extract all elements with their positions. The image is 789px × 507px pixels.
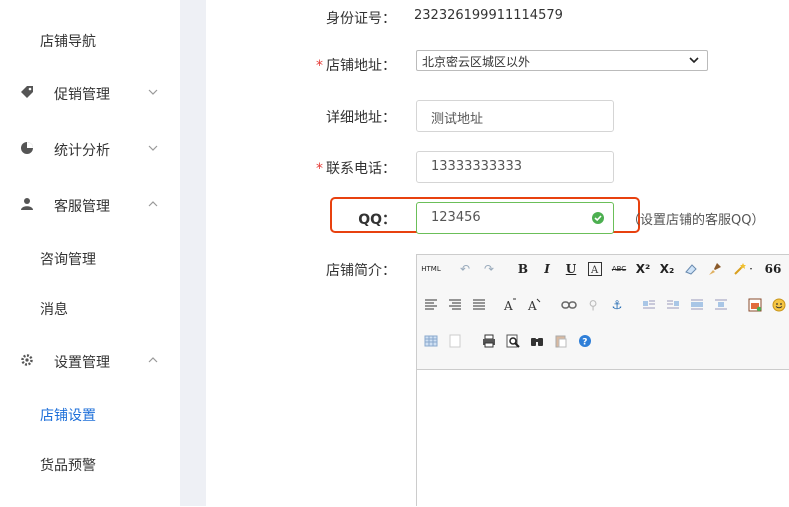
chevron-down-icon xyxy=(689,57,699,64)
find-icon[interactable] xyxy=(527,331,547,351)
emoji-icon[interactable] xyxy=(769,295,789,315)
sidebar-group-label: 统计分析 xyxy=(54,143,110,159)
sidebar-item-shop-nav[interactable]: 店铺导航 xyxy=(40,31,96,51)
user-icon xyxy=(21,198,33,210)
page-break-icon[interactable] xyxy=(445,331,465,351)
pie-chart-icon xyxy=(21,142,33,154)
table-icon[interactable] xyxy=(421,331,441,351)
editor-toolbar: HTML ↶ ↷ B I U A ABC X² X₂ 66 A A ⚲ ⚓ ? xyxy=(417,255,789,370)
valid-check-icon xyxy=(592,212,604,224)
strikethrough-button[interactable]: ABC xyxy=(609,259,629,279)
sidebar-group-service[interactable]: 客服管理 xyxy=(0,185,180,225)
chevron-down-icon xyxy=(148,89,158,95)
detail-address-label: 详细地址： xyxy=(326,110,396,126)
phone-label: * 联系电话： xyxy=(206,158,396,178)
sidebar-group-label: 促销管理 xyxy=(54,87,110,103)
required-mark: * xyxy=(316,58,323,74)
chevron-up-icon xyxy=(148,357,158,363)
insert-image-icon[interactable] xyxy=(745,295,765,315)
tag-icon xyxy=(21,86,33,98)
print-icon[interactable] xyxy=(479,331,499,351)
image-left-icon[interactable] xyxy=(639,295,659,315)
sidebar-divider xyxy=(180,0,206,506)
unlink-icon[interactable]: ⚲ xyxy=(583,295,603,315)
help-icon[interactable]: ? xyxy=(575,331,595,351)
sidebar-group-label: 设置管理 xyxy=(54,355,110,371)
blockquote-button[interactable]: 66 xyxy=(763,259,783,279)
chevron-up-icon xyxy=(148,201,158,207)
subscript-icon[interactable]: X₂ xyxy=(657,259,677,279)
phone-label-text: 联系电话： xyxy=(326,161,396,177)
svg-text:A: A xyxy=(527,299,537,313)
eraser-icon[interactable] xyxy=(681,259,701,279)
sidebar-group-label: 客服管理 xyxy=(54,199,110,215)
editor-content-area[interactable] xyxy=(417,370,789,507)
qq-value: 123456 xyxy=(431,210,481,225)
paste-icon[interactable] xyxy=(551,331,571,351)
id-number-value: 232326199911114579 xyxy=(414,8,563,23)
qq-input[interactable]: 123456 xyxy=(416,202,614,234)
format-brush-icon[interactable] xyxy=(705,259,725,279)
magic-wand-icon[interactable] xyxy=(729,259,759,279)
image-none-icon[interactable] xyxy=(687,295,707,315)
chevron-down-icon xyxy=(148,145,158,151)
bold-button[interactable]: B xyxy=(513,259,533,279)
shop-settings-form: 身份证号： 232326199911114579 * 店铺地址： 北京密云区城区以… xyxy=(206,0,789,506)
align-justify-icon[interactable] xyxy=(469,295,489,315)
address-label: * 店铺地址： xyxy=(206,55,396,75)
sidebar-group-stats[interactable]: 统计分析 xyxy=(0,129,180,169)
align-left-icon[interactable] xyxy=(421,295,441,315)
align-right-icon[interactable] xyxy=(445,295,465,315)
superscript-icon[interactable]: X² xyxy=(633,259,653,279)
id-number-label: 身份证号： xyxy=(326,11,396,27)
italic-button[interactable]: I xyxy=(537,259,557,279)
sidebar: 店铺导航 促销管理 统计分析 客服管理 咨询管理 消息 设置管理 店铺设置 货品… xyxy=(0,0,180,506)
gear-icon xyxy=(21,354,33,366)
svg-text:?: ? xyxy=(582,338,587,348)
svg-text:A: A xyxy=(503,299,513,313)
qq-hint: （设置店铺的客服QQ） xyxy=(627,213,765,228)
detail-address-input[interactable]: 测试地址 xyxy=(416,100,614,132)
sidebar-group-settings[interactable]: 设置管理 xyxy=(0,341,180,381)
rich-text-editor: HTML ↶ ↷ B I U A ABC X² X₂ 66 A A ⚲ ⚓ ? xyxy=(416,254,789,506)
qq-label: QQ： xyxy=(358,212,396,228)
font-size-icon[interactable]: A xyxy=(501,295,521,315)
phone-value: 13333333333 xyxy=(431,159,522,174)
anchor-icon[interactable]: ⚓ xyxy=(607,295,627,315)
underline-button[interactable]: U xyxy=(561,259,581,279)
sidebar-item-stock-alert[interactable]: 货品预警 xyxy=(40,455,96,475)
preview-icon[interactable] xyxy=(503,331,523,351)
undo-icon[interactable]: ↶ xyxy=(455,259,475,279)
address-select[interactable]: 北京密云区城区以外 xyxy=(416,50,708,71)
image-center-icon[interactable] xyxy=(711,295,731,315)
sidebar-item-messages[interactable]: 消息 xyxy=(40,299,68,319)
font-family-icon[interactable]: A xyxy=(525,295,545,315)
font-color-icon[interactable]: A xyxy=(585,259,605,279)
phone-input[interactable]: 13333333333 xyxy=(416,151,614,183)
address-select-value: 北京密云区城区以外 xyxy=(422,55,531,69)
image-right-icon[interactable] xyxy=(663,295,683,315)
sidebar-group-promotion[interactable]: 促销管理 xyxy=(0,73,180,113)
address-label-text: 店铺地址： xyxy=(326,58,396,74)
sidebar-item-shop-settings[interactable]: 店铺设置 xyxy=(40,405,96,425)
intro-label: 店铺简介： xyxy=(326,263,396,279)
detail-address-value: 测试地址 xyxy=(431,112,484,127)
required-mark: * xyxy=(316,161,323,177)
redo-icon[interactable]: ↷ xyxy=(479,259,499,279)
link-icon[interactable] xyxy=(559,295,579,315)
html-source-button[interactable]: HTML xyxy=(421,259,441,279)
svg-text:A: A xyxy=(590,265,599,276)
sidebar-item-consult[interactable]: 咨询管理 xyxy=(40,249,96,269)
